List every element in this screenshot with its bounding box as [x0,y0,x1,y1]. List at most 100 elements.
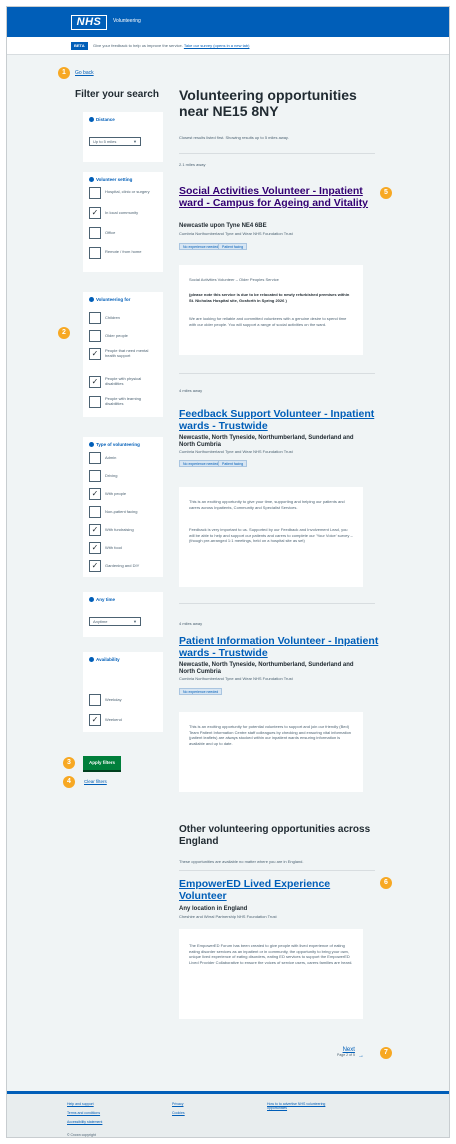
result-description: This is an exciting opportunity for pote… [189,724,352,746]
result-description-card: This is an exciting opportunity to give … [179,487,363,587]
result-location: Newcastle upon Tyne NE4 6BE [179,223,267,229]
footer-link[interactable]: Accessibility statement [67,1120,102,1124]
service-name[interactable]: Volunteering [113,18,141,24]
checkbox-label: Older people [105,333,128,338]
result-title-link[interactable]: Feedback Support Volunteer - Inpatient w… [179,408,379,432]
checkbox-weekday[interactable] [89,694,101,706]
checkbox-label: Hospital, clinic or surgery [105,189,150,194]
checkbox-learning-disabilities[interactable] [89,396,101,408]
chevron-down-icon: ▼ [133,619,137,624]
checkbox-label: With fundraising [105,527,134,532]
checkbox-gardening[interactable]: ✓ [89,560,101,572]
checkbox-label: People with learning disabilities [105,396,142,406]
site-footer: Help and support Terms and conditions Ac… [7,1091,449,1137]
checkbox-with-food[interactable]: ✓ [89,542,101,554]
any-time-heading[interactable]: Any time [89,597,115,603]
phase-banner-text: Give your feedback to help us improve th… [93,43,249,48]
checkbox-driving[interactable] [89,470,101,482]
type-of-volunteering-panel: Type of volunteering Admin Driving ✓ Wit… [83,437,163,577]
footer-link[interactable]: Help and support [67,1102,94,1106]
checkbox-label: Driving [105,473,118,478]
footer-link[interactable]: Cookies [172,1111,185,1115]
back-link[interactable]: Go back [75,70,94,76]
minus-icon [89,657,94,663]
result-tag: No experience needed [179,460,223,467]
any-time-select[interactable]: Anytime ▼ [89,617,141,626]
results-intro: Closest results listed first. Showing re… [179,135,289,140]
copyright: © Crown copyright [67,1133,96,1137]
checkbox-label: Weekend [105,717,122,722]
minus-icon [89,117,94,123]
checkbox-fundraising[interactable]: ✓ [89,524,101,536]
checkbox-label: Admin [105,455,117,460]
other-opportunities-text: These opportunities are available no mat… [179,859,304,864]
checkbox-admin[interactable] [89,452,101,464]
divider [179,603,375,604]
availability-panel: Availability Weekday ✓ Weekend [83,652,163,732]
checkbox-remote[interactable] [89,247,101,259]
annotation-marker: 7 [380,1047,392,1059]
result-organisation: Cumbria Northumberland Tyne and Wear NHS… [179,676,293,681]
nhs-logo[interactable]: NHS [71,15,107,30]
other-opportunities-heading: Other volunteering opportunities across … [179,824,371,847]
type-of-volunteering-heading[interactable]: Type of volunteering [89,442,140,448]
checkbox-office[interactable] [89,227,101,239]
footer-link[interactable]: Terms and conditions [67,1111,100,1115]
annotation-marker: 3 [63,757,75,769]
divider [179,870,375,871]
checkbox-local-community[interactable]: ✓ [89,207,101,219]
result-tag: No experience needed [179,243,223,250]
checkbox-label: People with physical disabilities [105,376,142,386]
result-tag: No experience needed [179,688,223,695]
page-title: Volunteering opportunities near NE15 8NY [179,87,357,119]
checkbox-with-people[interactable]: ✓ [89,488,101,500]
any-time-panel: Any time Anytime ▼ [83,592,163,637]
checkbox-mental-health[interactable]: ✓ [89,348,101,360]
checkbox-label: Remote / from home [105,249,142,254]
checkbox-label: Children [105,315,120,320]
annotation-marker: 5 [380,187,392,199]
result-distance: 4 miles away [179,388,203,393]
result-title-link[interactable]: EmpowerED Lived Experience Volunteer [179,878,379,902]
next-page-link[interactable]: Next Page 2 of 5 [337,1047,355,1057]
distance-select[interactable]: Up to 5 miles ▼ [89,137,141,146]
feedback-text: Give your feedback to help us improve th… [93,43,183,48]
annotation-marker: 1 [58,67,70,79]
checkbox-children[interactable] [89,312,101,324]
checkbox-weekend[interactable]: ✓ [89,714,101,726]
minus-icon [89,442,94,448]
result-tag: Patient facing [218,243,248,250]
checkbox-older-people[interactable] [89,330,101,342]
beta-tag: BETA [71,42,88,50]
volunteer-setting-heading[interactable]: Volunteer setting [89,177,132,183]
checkbox-hospital[interactable] [89,187,101,199]
volunteer-setting-panel: Volunteer setting Hospital, clinic or su… [83,172,163,272]
apply-filters-button[interactable]: Apply filters [83,756,121,770]
phase-banner: BETA Give your feedback to help us impro… [7,37,449,55]
result-location: Any location in England [179,906,248,912]
clear-filters-link[interactable]: Clear filters [84,779,107,784]
checkbox-non-patient-facing[interactable] [89,506,101,518]
result-description: The EmpowerED Forum has been created to … [189,943,353,965]
result-organisation: Cumbria Northumberland Tyne and Wear NHS… [179,231,293,236]
result-organisation: Cumbria Northumberland Tyne and Wear NHS… [179,449,293,454]
minus-icon [89,177,94,183]
checkbox-label: With people [105,491,127,496]
distance-heading[interactable]: Distance [89,117,115,123]
result-title-link[interactable]: Social Activities Volunteer - Inpatient … [179,185,379,209]
result-description-card: Social Activities Volunteer – Older Peop… [179,265,363,355]
survey-link[interactable]: Take our survey (opens in a new tab) [184,43,250,48]
page-count: Page 2 of 5 [337,1053,355,1057]
availability-heading[interactable]: Availability [89,657,120,663]
footer-link[interactable]: Privacy [172,1102,183,1106]
footer-link[interactable]: How to to advertise NHS volunteering opp… [267,1102,337,1110]
result-distance: 4 miles away [179,621,203,626]
minus-icon [89,597,94,603]
checkbox-label: Office [105,230,116,235]
result-title-link[interactable]: Patient Information Volunteer - Inpatien… [179,635,379,659]
arrow-right-icon[interactable]: → [358,1053,364,1059]
volunteering-for-heading[interactable]: Volunteering for [89,297,130,303]
result-description: (please note this service is due to be r… [189,292,350,303]
checkbox-physical-disabilities[interactable]: ✓ [89,376,101,388]
result-description: This is an exciting opportunity to give … [189,499,345,510]
